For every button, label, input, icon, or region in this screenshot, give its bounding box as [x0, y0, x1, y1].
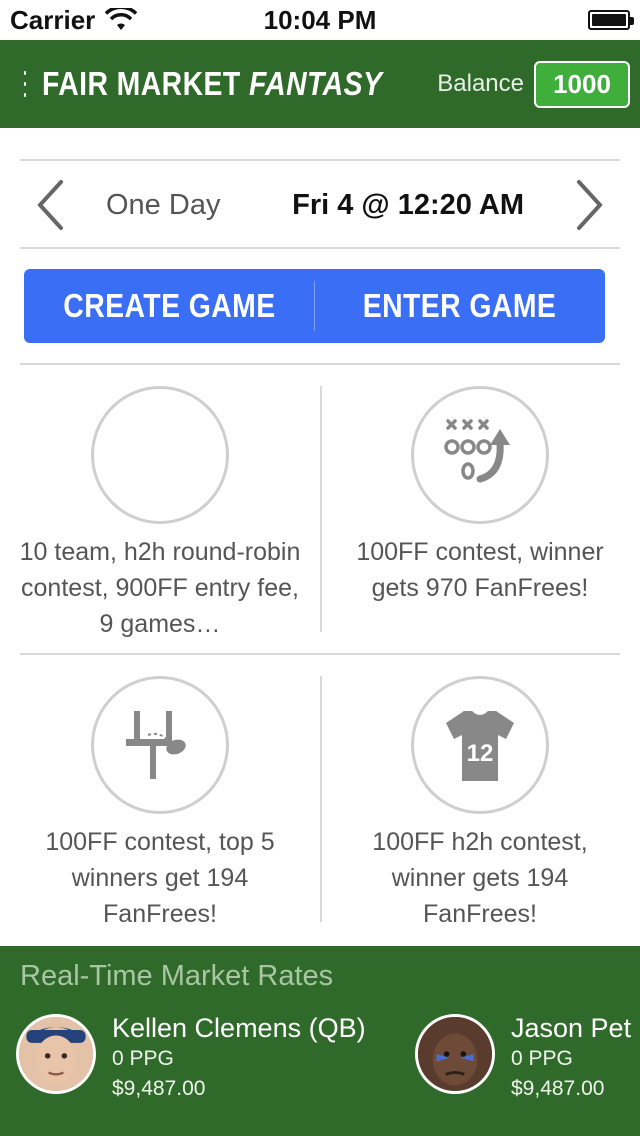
title-main: FAIR MARKET — [41, 65, 241, 102]
player-info: Jason Pet 0 PPG $9,487.00 — [511, 1013, 632, 1104]
contest-icon-circle — [411, 386, 549, 524]
player-avatar — [415, 1014, 495, 1094]
app-title: FAIR MARKET FANTASY — [42, 65, 382, 103]
app-header: FAIR MARKET FANTASY Balance 1000 — [0, 40, 640, 128]
balance: Balance 1000 — [437, 60, 630, 108]
chevron-left-icon[interactable] — [20, 161, 80, 249]
battery-icon — [588, 10, 634, 30]
contest-icon-circle — [91, 386, 229, 524]
carrier-group: Carrier — [10, 4, 138, 36]
contest-description: 100FF contest, top 5 winners get 194 Fan… — [45, 828, 275, 928]
jersey-icon: 12 — [446, 711, 514, 781]
action-bar: CREATE GAME ENTER GAME — [24, 269, 605, 343]
player-price: $9,487.00 — [511, 1077, 605, 1100]
svg-text:12: 12 — [467, 740, 494, 767]
player-card[interactable]: Kellen Clemens (QB) 0 PPG $9,487.00 — [16, 1013, 366, 1104]
contest-description: 100FF contest, winner gets 970 FanFrees! — [356, 538, 604, 602]
player-ppg: 0 PPG — [511, 1047, 573, 1070]
contest-description: 10 team, h2h round-robin contest, 900FF … — [19, 538, 301, 638]
enter-game-button[interactable]: ENTER GAME — [315, 269, 605, 343]
market-title: Real-Time Market Rates — [20, 960, 334, 992]
contest-icon-circle: 12 — [411, 676, 549, 814]
divider — [20, 653, 620, 655]
date-selector: One Day Fri 4 @ 12:20 AM — [20, 161, 620, 249]
date-period: One Day — [106, 188, 221, 221]
player-name: Kellen Clemens (QB) — [112, 1013, 366, 1043]
player-ppg: 0 PPG — [112, 1047, 174, 1070]
status-bar: Carrier 10:04 PM — [0, 0, 640, 40]
balance-value[interactable]: 1000 — [534, 60, 630, 108]
player-avatar — [16, 1014, 96, 1094]
contest-description: 100FF h2h contest, winner gets 194 FanFr… — [372, 828, 588, 928]
menu-icon[interactable] — [24, 71, 26, 97]
market-rates-panel: Real-Time Market Rates Kellen Clemens (Q… — [0, 946, 640, 1136]
contest-tile-3[interactable]: 100FF contest, top 5 winners get 194 Fan… — [10, 676, 310, 936]
contest-tile-2[interactable]: 100FF contest, winner gets 970 FanFrees! — [330, 386, 630, 646]
column-divider — [320, 386, 322, 632]
player-info: Kellen Clemens (QB) 0 PPG $9,487.00 — [112, 1013, 366, 1104]
goalpost-icon — [126, 711, 186, 779]
player-name: Jason Pet — [511, 1013, 632, 1043]
carrier-label: Carrier — [10, 4, 96, 35]
balance-label: Balance — [437, 70, 524, 97]
wifi-icon — [105, 8, 138, 30]
contest-tile-1[interactable]: 10 team, h2h round-robin contest, 900FF … — [10, 386, 310, 646]
create-game-button[interactable]: CREATE GAME — [24, 269, 314, 343]
title-accent: FANTASY — [248, 65, 382, 102]
column-divider — [320, 676, 322, 922]
player-price: $9,487.00 — [112, 1077, 206, 1100]
player-card[interactable]: Jason Pet 0 PPG $9,487.00 — [415, 1013, 632, 1104]
main-content: One Day Fri 4 @ 12:20 AM CREATE GAME ENT… — [0, 128, 640, 946]
divider — [20, 363, 620, 365]
contest-tile-4[interactable]: 12 100FF h2h contest, winner gets 194 Fa… — [330, 676, 630, 936]
chevron-right-icon[interactable] — [560, 161, 620, 249]
divider — [20, 247, 620, 249]
date-time: Fri 4 @ 12:20 AM — [292, 188, 524, 221]
playbook-icon — [444, 419, 510, 483]
contest-icon-circle — [91, 676, 229, 814]
